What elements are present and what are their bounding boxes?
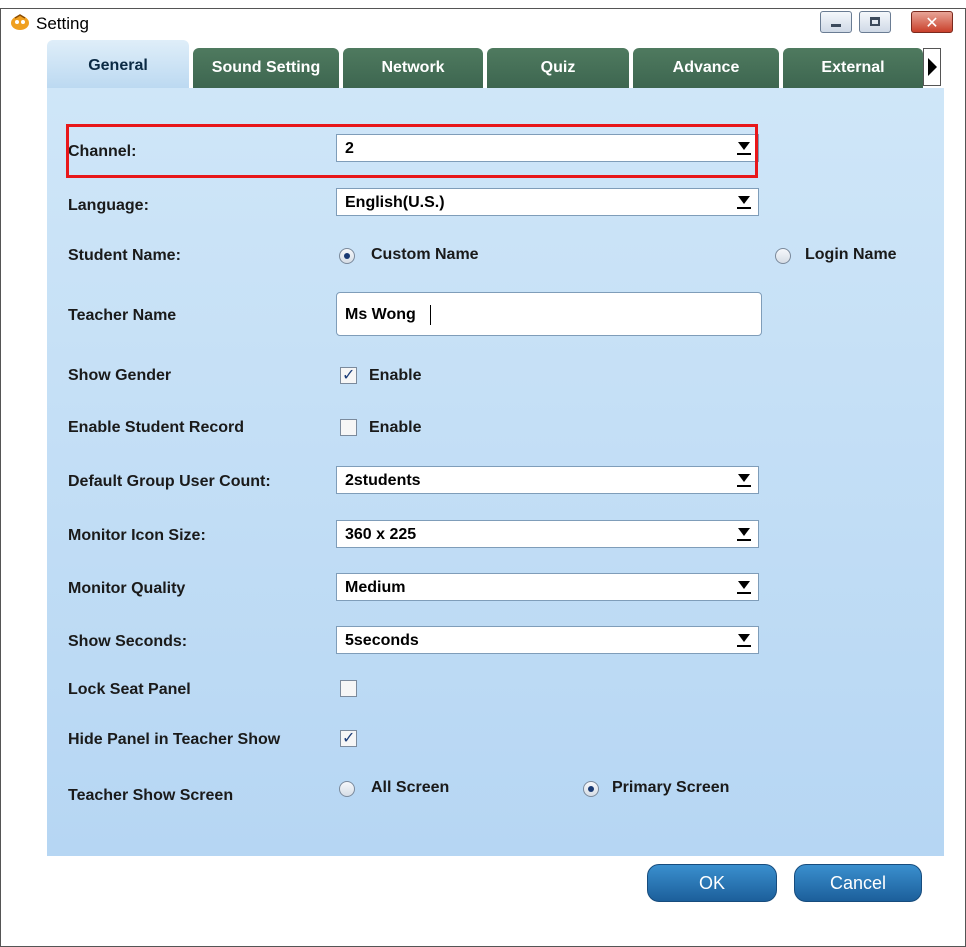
show-gender-label: Show Gender [68,367,172,384]
default-group-user-count-label: Default Group User Count: [68,473,271,490]
primary-screen-radio[interactable] [583,781,599,797]
show-seconds-value: 5seconds [345,632,419,649]
show-gender-option-label: Enable [369,367,422,384]
default-group-user-count-select[interactable]: 2students [336,466,759,494]
dropdown-arrow-icon [738,581,750,589]
language-select[interactable]: English(U.S.) [336,188,759,216]
minimize-icon [831,24,841,27]
dropdown-underline [737,207,751,209]
hide-panel-in-teacher-show-label: Hide Panel in Teacher Show [68,731,281,748]
all-screen-option-label: All Screen [371,779,450,796]
app-icon [10,14,30,32]
maximize-icon [870,17,880,26]
dropdown-arrow-icon [738,528,750,536]
show-gender-checkbox[interactable] [340,365,357,385]
text-caret [430,305,431,325]
monitor-quality-label: Monitor Quality [68,580,186,597]
hide-panel-in-teacher-show-checkbox[interactable] [340,728,357,748]
login-name-radio[interactable] [775,248,791,264]
teacher-show-screen-label: Teacher Show Screen [68,787,234,804]
cancel-button[interactable]: Cancel [794,864,922,902]
enable-student-record-label: Enable Student Record [68,419,245,436]
tab-network[interactable]: Network [343,48,483,88]
tab-sound-setting[interactable]: Sound Setting [193,48,339,88]
teacher-name-label: Teacher Name [68,307,177,324]
tab-scroll-right-button[interactable] [923,48,941,86]
custom-name-option-label: Custom Name [371,246,479,263]
dropdown-underline [737,592,751,594]
tab-general[interactable]: General [47,40,189,88]
dropdown-arrow-icon [738,474,750,482]
student-name-label: Student Name: [68,247,181,264]
ok-button[interactable]: OK [647,864,777,902]
close-icon: ✕ [925,15,939,32]
monitor-icon-size-select[interactable]: 360 x 225 [336,520,759,548]
monitor-quality-value: Medium [345,579,406,596]
dropdown-underline [737,645,751,647]
tab-advance[interactable]: Advance [633,48,779,88]
login-name-option-label: Login Name [805,246,897,263]
show-seconds-label: Show Seconds: [68,633,188,650]
arrow-right-icon [928,58,937,76]
monitor-quality-select[interactable]: Medium [336,573,759,601]
window-title: Setting [36,14,89,33]
show-seconds-select[interactable]: 5seconds [336,626,759,654]
tab-external[interactable]: External [783,48,923,88]
language-value: English(U.S.) [345,194,445,211]
monitor-icon-size-label: Monitor Icon Size: [68,527,206,544]
dropdown-arrow-icon [738,196,750,204]
default-group-user-count-value: 2students [345,472,421,489]
teacher-name-input[interactable]: Ms Wong [336,292,762,336]
dropdown-arrow-icon [738,634,750,642]
enable-student-record-option-label: Enable [369,419,422,436]
channel-highlight-box [66,124,758,178]
language-label: Language: [68,197,149,214]
enable-student-record-checkbox[interactable] [340,419,357,436]
tab-quiz[interactable]: Quiz [487,48,629,88]
dropdown-underline [737,539,751,541]
primary-screen-option-label: Primary Screen [612,779,730,796]
maximize-button[interactable] [859,11,891,33]
minimize-button[interactable] [820,11,852,33]
all-screen-radio[interactable] [339,781,355,797]
teacher-name-value: Ms Wong [345,306,416,323]
custom-name-radio[interactable] [339,248,355,264]
dropdown-underline [737,485,751,487]
close-button[interactable]: ✕ [911,11,953,33]
lock-seat-panel-checkbox[interactable] [340,680,357,697]
lock-seat-panel-label: Lock Seat Panel [68,681,191,698]
title-bar: Setting ✕ [1,9,965,39]
monitor-icon-size-value: 360 x 225 [345,526,417,543]
